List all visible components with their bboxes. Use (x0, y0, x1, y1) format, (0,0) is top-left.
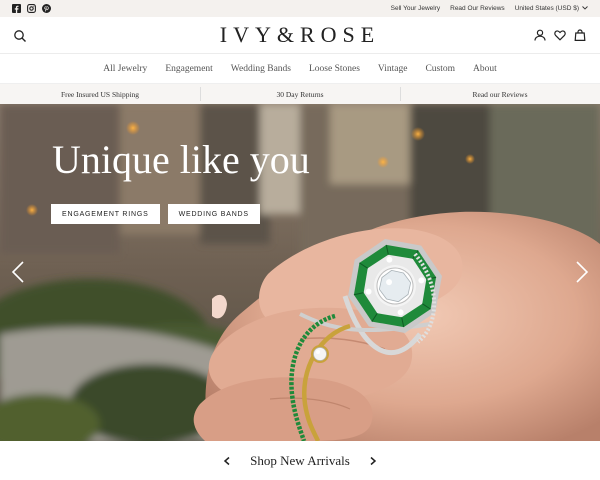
facebook-icon[interactable] (12, 4, 21, 13)
benefit-shipping[interactable]: Free Insured US Shipping (0, 90, 200, 99)
main-nav: All Jewelry Engagement Wedding Bands Loo… (0, 54, 600, 83)
utility-bar: Sell Your Jewelry Read Our Reviews Unite… (0, 0, 600, 17)
chevron-left-icon[interactable] (11, 260, 25, 284)
nav-item-about[interactable]: About (464, 64, 506, 74)
hero-title: Unique like you (52, 137, 310, 182)
read-reviews-link[interactable]: Read Our Reviews (450, 5, 505, 12)
site-header: IVY&ROSE (0, 17, 600, 54)
search-icon[interactable] (13, 29, 27, 43)
currency-selector[interactable]: United States (USD $) (515, 5, 588, 12)
new-arrivals-header: Shop New Arrivals (0, 441, 600, 480)
pinterest-icon[interactable] (42, 4, 51, 13)
currency-label: United States (USD $) (514, 5, 579, 12)
nav-item-vintage[interactable]: Vintage (369, 64, 417, 74)
benefits-bar: Free Insured US Shipping 30 Day Returns … (0, 83, 600, 104)
wedding-bands-button[interactable]: WEDDING BANDS (167, 204, 260, 224)
account-icon[interactable] (534, 29, 546, 41)
social-links (12, 4, 51, 13)
nav-item-loose-stones[interactable]: Loose Stones (300, 64, 369, 74)
chevron-left-icon[interactable] (222, 456, 232, 466)
nav-item-wedding-bands[interactable]: Wedding Bands (222, 64, 300, 74)
benefit-reviews[interactable]: Read our Reviews (400, 86, 600, 101)
bag-icon[interactable] (574, 29, 586, 41)
hero-buttons: ENGAGEMENT RINGS WEDDING BANDS (51, 204, 260, 224)
instagram-icon[interactable] (27, 4, 36, 13)
sell-jewelry-link[interactable]: Sell Your Jewelry (391, 5, 441, 12)
header-actions (534, 29, 586, 41)
new-arrivals-title[interactable]: Shop New Arrivals (250, 453, 350, 469)
benefit-returns[interactable]: 30 Day Returns (200, 86, 400, 101)
hero-slideshow: Unique like you ENGAGEMENT RINGS WEDDING… (0, 104, 600, 441)
chevron-right-icon[interactable] (575, 260, 589, 284)
heart-icon[interactable] (554, 29, 566, 41)
utility-links: Sell Your Jewelry Read Our Reviews Unite… (391, 5, 588, 12)
engagement-rings-button[interactable]: ENGAGEMENT RINGS (51, 204, 160, 224)
chevron-right-icon[interactable] (368, 456, 378, 466)
nav-item-all-jewelry[interactable]: All Jewelry (94, 64, 156, 74)
nav-item-engagement[interactable]: Engagement (156, 64, 221, 74)
nav-item-custom[interactable]: Custom (416, 64, 464, 74)
chevron-down-icon (582, 5, 588, 12)
site-logo[interactable]: IVY&ROSE (220, 22, 380, 48)
